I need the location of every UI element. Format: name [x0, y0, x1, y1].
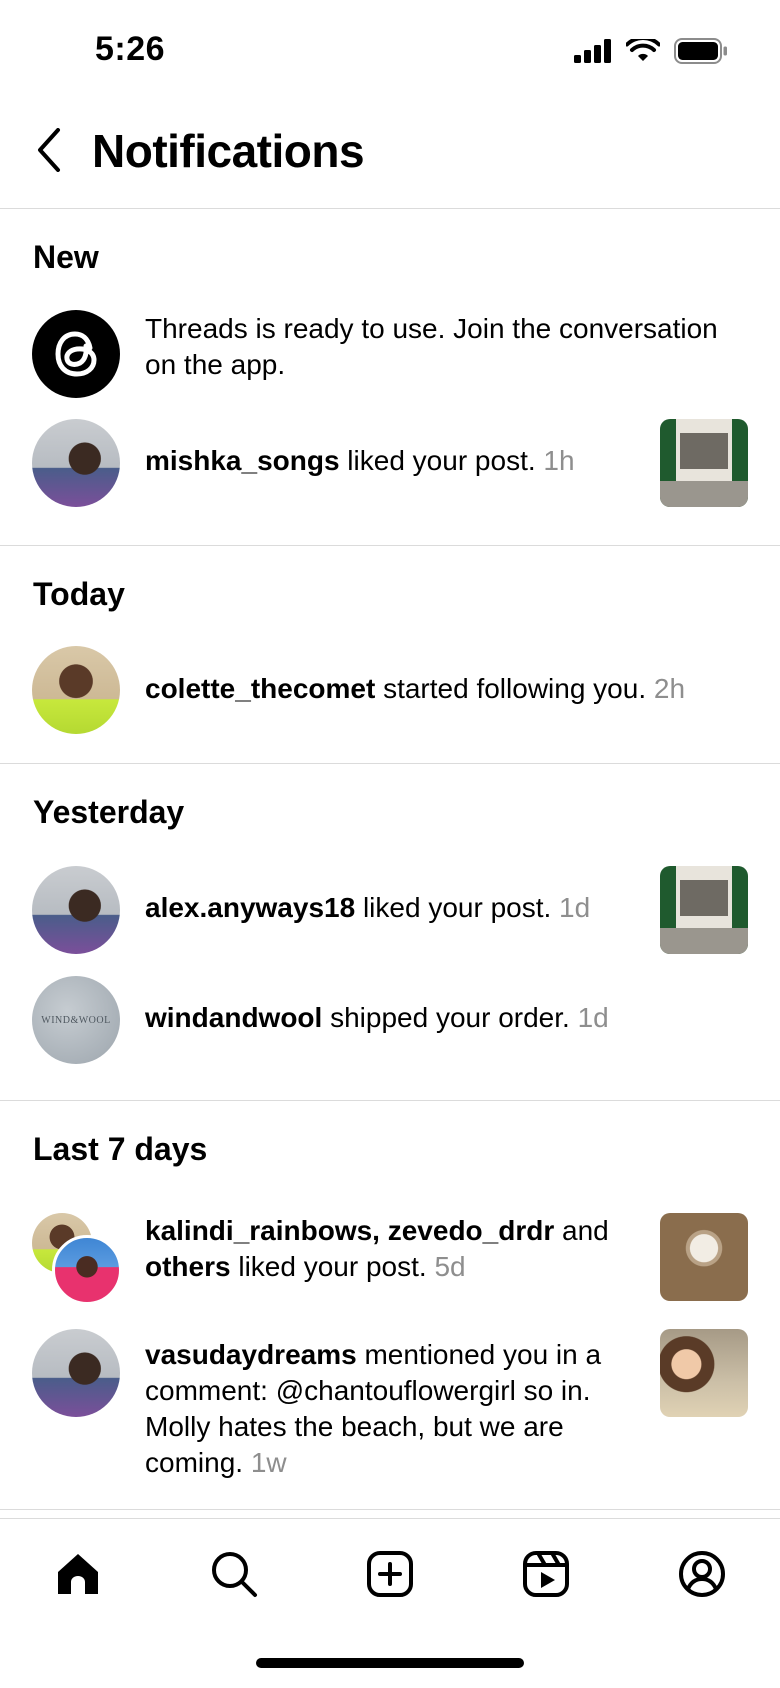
username[interactable]: mishka_songs [145, 445, 340, 476]
timestamp: 1h [543, 445, 575, 476]
post-thumbnail[interactable] [660, 419, 748, 507]
notification-mention[interactable]: vasudaydreams mentioned you in a comment… [0, 1329, 780, 1505]
reels-icon [523, 1551, 569, 1597]
action-text: liked your post. [339, 445, 544, 476]
tab-reels[interactable] [506, 1534, 586, 1614]
notification-like[interactable]: mishka_songs liked your post. 1h [0, 409, 780, 519]
tab-create[interactable] [350, 1534, 430, 1614]
post-thumbnail[interactable] [660, 866, 748, 954]
timestamp: 1w [250, 1447, 287, 1478]
avatar-brand-text: WIND&WOOL [41, 1014, 111, 1026]
search-icon [212, 1552, 257, 1597]
status-time: 5:26 [95, 30, 166, 68]
section-title-today: Today [33, 576, 125, 612]
avatar-stack[interactable] [32, 1213, 122, 1305]
notification-text: Threads is ready to use. Join the conver… [145, 311, 755, 383]
chevron-left-icon [38, 128, 60, 172]
notification-text: vasudaydreams mentioned you in a comment… [145, 1337, 615, 1481]
username[interactable]: windandwool [145, 1002, 322, 1033]
status-icons [574, 38, 728, 64]
action-text: started following you. [375, 673, 654, 704]
threads-icon [55, 331, 97, 377]
page-title: Notifications [92, 125, 365, 177]
notification-text: windandwool shipped your order. 1d [145, 1000, 609, 1036]
cellular-signal-icon [574, 39, 611, 63]
tab-search[interactable] [194, 1534, 274, 1614]
action-text: shipped your order. [322, 1002, 578, 1033]
notification-threads[interactable]: Threads is ready to use. Join the conver… [0, 299, 780, 409]
thumbnail-window [680, 880, 728, 916]
usernames[interactable]: kalindi_rainbows, zevedo_drdr [145, 1215, 554, 1246]
avatar[interactable] [32, 646, 120, 734]
profile-icon [679, 1551, 725, 1597]
section-today: Today colette_thecomet started following… [0, 546, 780, 764]
section-title-last-7-days: Last 7 days [33, 1131, 208, 1167]
action-text: liked your post. [355, 892, 560, 923]
timestamp: 2h [653, 673, 686, 704]
section-title-yesterday: Yesterday [33, 794, 185, 830]
section-last-7-days: Last 7 days kalindi_rainbows, zevedo_drd… [0, 1101, 780, 1510]
others-link[interactable]: others [145, 1251, 231, 1282]
username[interactable]: colette_thecomet [145, 673, 375, 704]
create-icon [367, 1551, 413, 1597]
notification-like[interactable]: alex.anyways18 liked your post. 1d [0, 856, 780, 966]
thumbnail-ground [660, 481, 748, 507]
notification-follow[interactable]: colette_thecomet started following you. … [0, 646, 780, 756]
timestamp: 1d [559, 892, 591, 923]
home-icon [58, 1554, 98, 1594]
timestamp: 5d [434, 1251, 466, 1282]
avatar[interactable] [32, 866, 120, 954]
notification-group-like[interactable]: kalindi_rainbows, zevedo_drdr and others… [0, 1201, 780, 1321]
battery-icon [674, 38, 727, 64]
thumbnail-ground [660, 928, 748, 954]
wifi-icon [626, 39, 660, 61]
section-title-new: New [33, 239, 99, 275]
post-thumbnail[interactable] [660, 1213, 748, 1301]
avatar [52, 1235, 122, 1305]
tab-bar [0, 1518, 780, 1629]
section-new: New Threads is ready to use. Join the co… [0, 209, 780, 546]
notification-text: alex.anyways18 liked your post. 1d [145, 890, 590, 926]
username[interactable]: vasudaydreams [145, 1339, 357, 1370]
timestamp: 1d [577, 1002, 609, 1033]
tab-home[interactable] [38, 1534, 118, 1614]
thumbnail-window [680, 433, 728, 469]
post-thumbnail[interactable] [660, 1329, 748, 1417]
notification-order[interactable]: WIND&WOOL windandwool shipped your order… [0, 966, 780, 1086]
home-indicator[interactable] [256, 1658, 524, 1668]
avatar[interactable] [32, 1329, 120, 1417]
conjunction: and [554, 1215, 609, 1246]
threads-message: Threads is ready to use. Join the conver… [145, 313, 718, 380]
notification-text: kalindi_rainbows, zevedo_drdr and others… [145, 1213, 615, 1285]
back-button[interactable] [36, 122, 76, 178]
threads-logo [32, 310, 120, 398]
tab-profile[interactable] [662, 1534, 742, 1614]
header: Notifications [0, 100, 780, 209]
avatar[interactable] [32, 419, 120, 507]
action-text: liked your post. [230, 1251, 435, 1282]
username[interactable]: alex.anyways18 [145, 892, 355, 923]
notification-text: colette_thecomet started following you. … [145, 671, 685, 707]
notification-text: mishka_songs liked your post. 1h [145, 443, 575, 479]
section-yesterday: Yesterday alex.anyways18 liked your post… [0, 764, 780, 1101]
status-bar: 5:26 [0, 0, 780, 100]
avatar[interactable]: WIND&WOOL [32, 976, 120, 1064]
